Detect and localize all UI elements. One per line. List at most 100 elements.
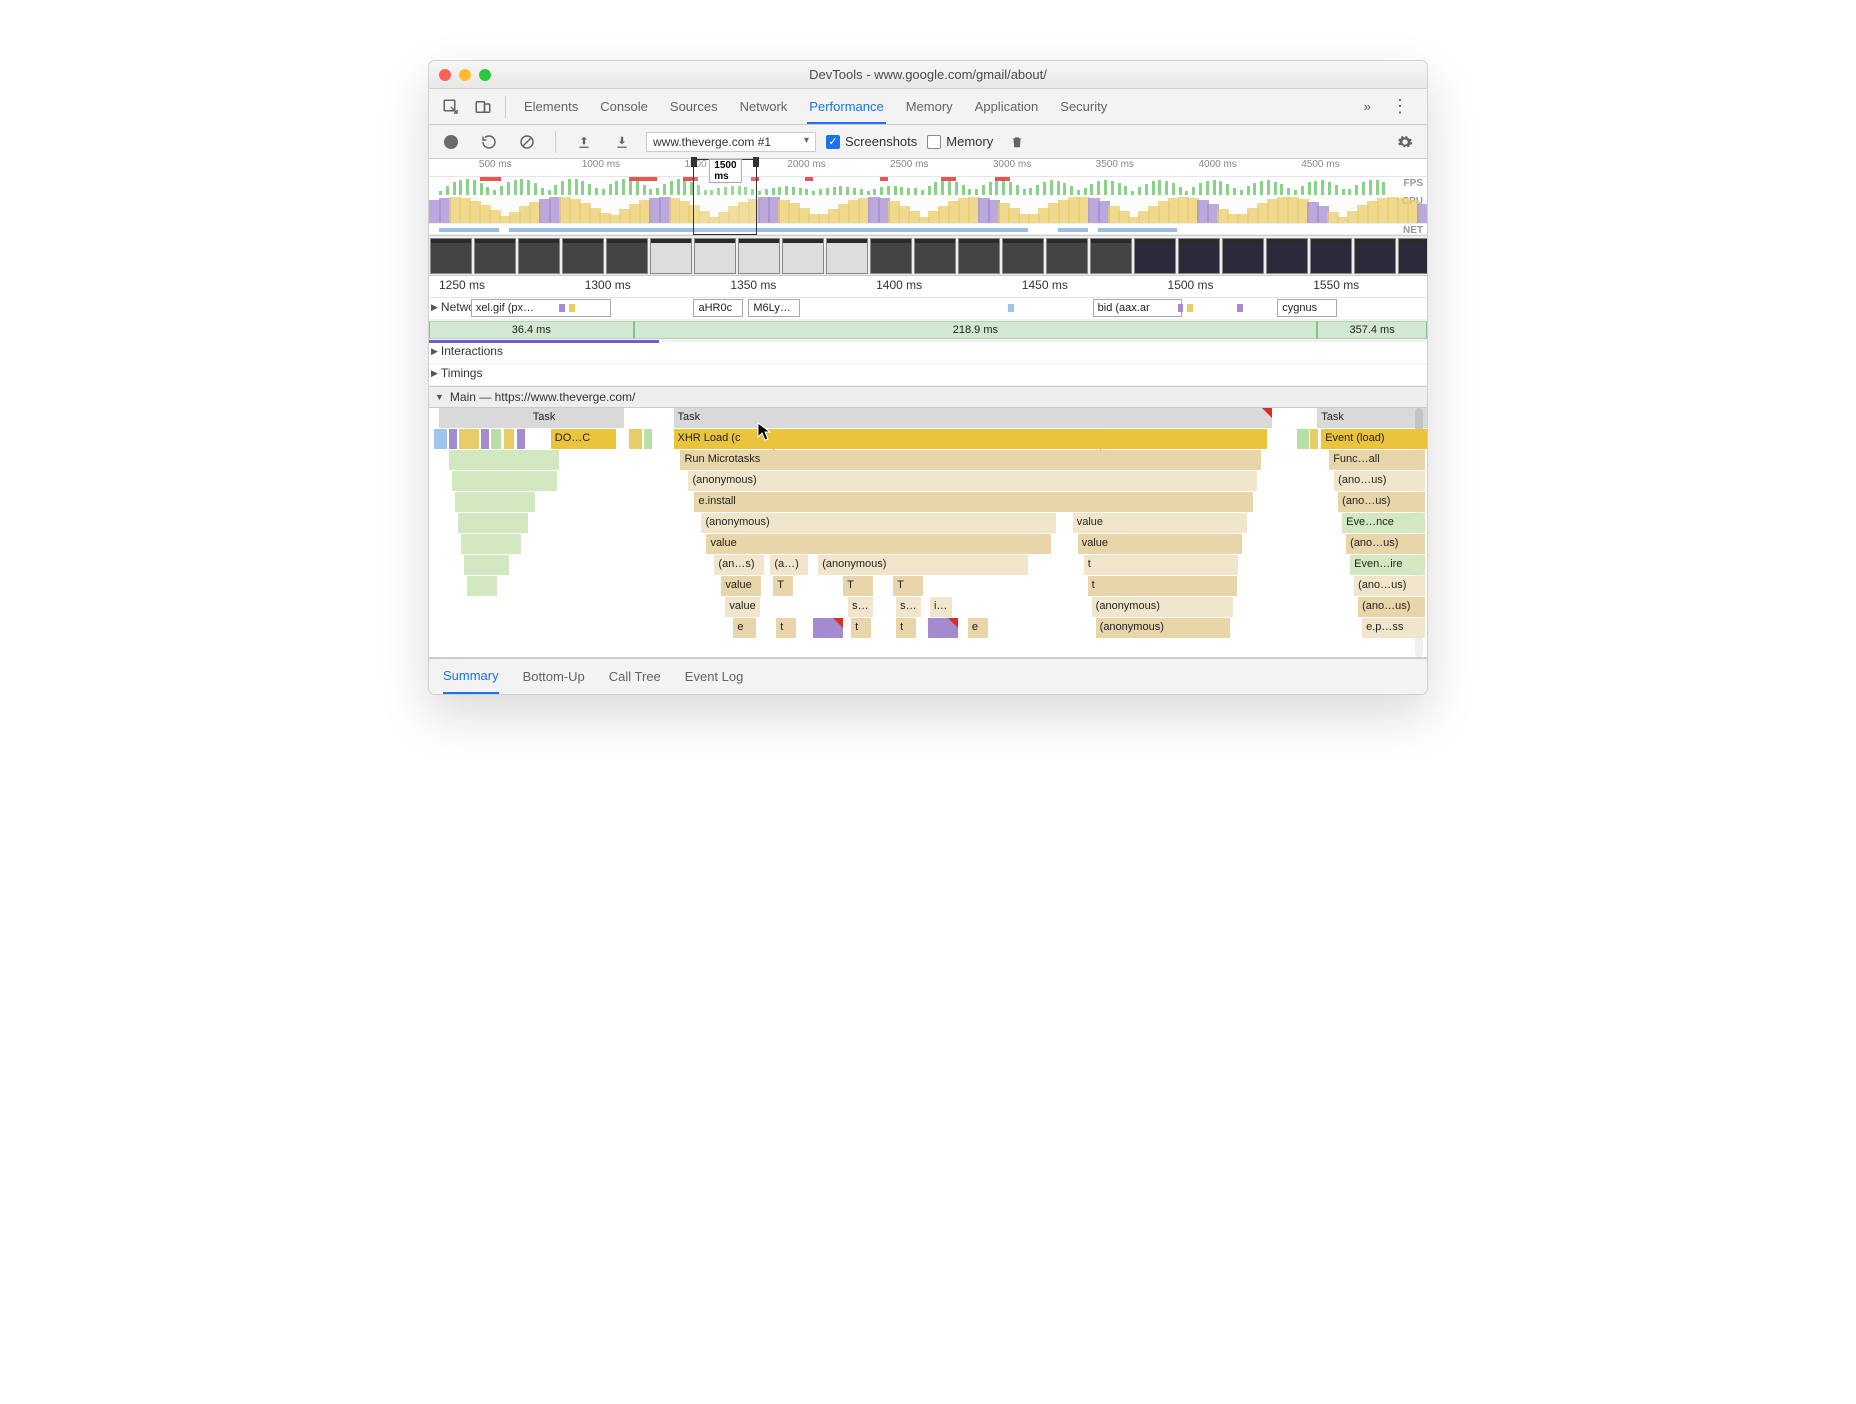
flame-block[interactable]: (ano…us) [1358,597,1425,617]
panel-tab-memory[interactable]: Memory [904,91,955,123]
screenshot-thumbnail[interactable] [1354,238,1396,274]
flame-block[interactable]: t [1084,555,1239,575]
flame-block[interactable]: (anonymous) [688,471,1257,491]
record-button[interactable] [437,128,465,156]
upload-icon[interactable] [570,128,598,156]
flame-block[interactable]: (ano…us) [1346,534,1425,554]
flame-block[interactable]: value [706,534,1050,554]
flame-block[interactable] [461,534,521,554]
flame-block[interactable] [452,471,557,491]
flame-block[interactable] [449,450,559,470]
flame-block[interactable]: e [733,618,756,638]
screenshot-thumbnail[interactable] [782,238,824,274]
frames-track[interactable]: ▶Frames 36.4 ms218.9 ms357.4 ms [429,320,1427,342]
flame-block[interactable]: Func…all [1329,450,1425,470]
zoom-button[interactable] [479,69,491,81]
screenshot-thumbnail[interactable] [958,238,1000,274]
reload-record-button[interactable] [475,128,503,156]
chevron-right-icon[interactable]: ▶ [431,368,438,379]
flame-block[interactable] [629,429,642,449]
flame-chart[interactable]: ▶Network xel.gif (px…aHR0cM6Ly…bid (aax.… [429,298,1427,694]
timeline-overview[interactable]: 500 ms1000 ms1500 ms2000 ms2500 ms3000 m… [429,159,1427,236]
flame-block[interactable]: (anonymous) [1092,597,1234,617]
download-icon[interactable] [608,128,636,156]
interactions-track[interactable]: ▶Interactions [429,342,1427,364]
flame-block[interactable]: i… [930,597,952,617]
screenshot-thumbnail[interactable] [474,238,516,274]
flame-block[interactable]: t [851,618,871,638]
flame-block[interactable]: (anonymous) [701,513,1055,533]
panel-tab-console[interactable]: Console [598,91,650,123]
main-track-header[interactable]: ▼ Main — https://www.theverge.com/ [429,386,1427,408]
screenshot-thumbnail[interactable] [1090,238,1132,274]
chevron-right-icon[interactable]: ▶ [431,302,438,313]
flame-block[interactable] [928,618,958,638]
flame-block[interactable]: value [725,597,760,617]
settings-gear-icon[interactable] [1391,128,1419,156]
panel-tab-sources[interactable]: Sources [668,91,720,123]
flame-block[interactable]: Even…ire [1350,555,1425,575]
screenshots-checkbox[interactable]: ✓ Screenshots [826,134,917,149]
screenshot-thumbnail[interactable] [518,238,560,274]
network-request-bar[interactable]: cygnus [1277,299,1337,317]
screenshot-thumbnail[interactable] [694,238,736,274]
trash-icon[interactable] [1003,128,1031,156]
screenshot-thumbnail[interactable] [1178,238,1220,274]
network-request-bar[interactable]: bid (aax.ar [1093,299,1183,317]
close-button[interactable] [439,69,451,81]
screenshot-thumbnail[interactable] [1266,238,1308,274]
flame-block[interactable]: t [896,618,916,638]
flame-block[interactable] [504,429,514,449]
frame-bar[interactable]: 36.4 ms [429,321,634,339]
flame-block[interactable]: e.p…ss [1362,618,1425,638]
flame-block[interactable]: XHR Load (c [674,429,1268,449]
flame-block[interactable]: DO…C [551,429,616,449]
flame-block[interactable] [517,429,525,449]
screenshot-filmstrip[interactable] [429,236,1427,276]
clear-button[interactable] [513,128,541,156]
network-request-bar[interactable]: xel.gif (px… [471,299,611,317]
panel-tab-network[interactable]: Network [738,91,790,123]
panel-tab-application[interactable]: Application [973,91,1041,123]
device-toggle-icon[interactable] [469,93,497,121]
flame-block[interactable] [813,618,843,638]
flame-block[interactable] [455,492,535,512]
screenshot-thumbnail[interactable] [430,238,472,274]
minimize-button[interactable] [459,69,471,81]
flame-block[interactable] [449,429,457,449]
flame-block[interactable]: value [1078,534,1243,554]
task-bar[interactable]: Task [674,408,1273,428]
flame-block[interactable]: t [1088,576,1238,596]
network-request-bar[interactable]: M6Ly… [748,299,800,317]
flame-block[interactable]: Run Microtasks [680,450,1261,470]
panel-tab-security[interactable]: Security [1058,91,1109,123]
flame-block[interactable]: value [721,576,761,596]
chevron-down-icon[interactable]: ▼ [435,392,444,402]
flame-block[interactable] [491,429,501,449]
frame-bar[interactable]: 357.4 ms [1317,321,1427,339]
flame-block[interactable]: e [968,618,988,638]
panel-tab-elements[interactable]: Elements [522,91,580,123]
task-bar[interactable]: Task [529,408,624,428]
flame-block[interactable] [481,429,489,449]
screenshot-thumbnail[interactable] [914,238,956,274]
flame-block[interactable]: s… [896,597,921,617]
flame-block[interactable]: s… [848,597,873,617]
details-tab-call-tree[interactable]: Call Tree [609,660,661,693]
flame-block[interactable] [467,576,497,596]
screenshot-thumbnail[interactable] [738,238,780,274]
flame-block[interactable] [459,429,479,449]
screenshot-thumbnail[interactable] [1222,238,1264,274]
flame-block[interactable]: (an…s) [714,555,764,575]
memory-checkbox[interactable]: Memory [927,134,993,149]
flame-block[interactable]: value [1073,513,1248,533]
details-tab-event-log[interactable]: Event Log [685,660,744,693]
network-request-bar[interactable]: aHR0c [693,299,743,317]
screenshot-thumbnail[interactable] [1046,238,1088,274]
flame-block[interactable]: Eve…nce [1342,513,1425,533]
frame-bar[interactable]: 218.9 ms [634,321,1318,339]
flame-block[interactable]: t [776,618,796,638]
flame-block[interactable]: (a…) [770,555,808,575]
screenshot-thumbnail[interactable] [1398,238,1427,274]
recording-select[interactable]: www.theverge.com #1 [646,132,816,152]
